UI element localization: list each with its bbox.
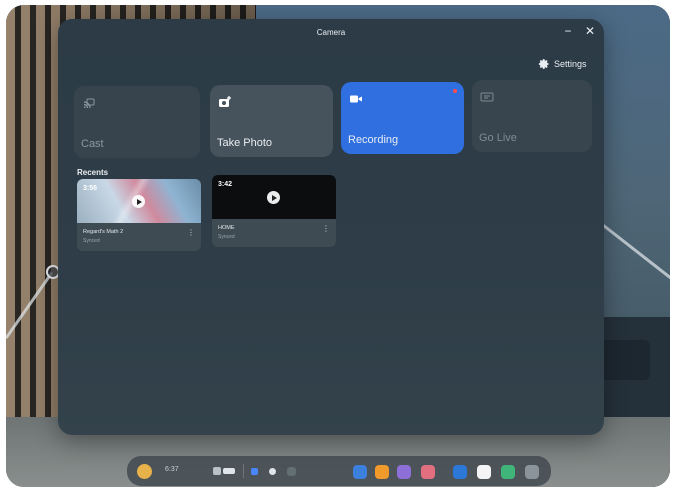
battery-icon[interactable]: [223, 468, 235, 474]
video-sync-status: Synced: [83, 238, 100, 244]
app-icon[interactable]: [397, 465, 411, 479]
profile-avatar[interactable]: [137, 464, 152, 479]
video-name: Regard's Math 2: [83, 229, 124, 235]
go-live-label: Go Live: [479, 132, 517, 144]
recording-indicator-dot: [453, 89, 457, 93]
minimize-button[interactable]: −: [560, 23, 576, 39]
settings-button[interactable]: Settings: [538, 58, 587, 70]
wifi-icon[interactable]: [213, 467, 221, 475]
taskbar-divider: [243, 464, 244, 478]
more-options-icon[interactable]: ⋮: [322, 225, 330, 233]
app-icon[interactable]: [375, 465, 389, 479]
notifications-icon[interactable]: [269, 468, 276, 475]
cast-label: Cast: [81, 138, 104, 150]
camera-window: Camera − ✕ Settings Cast Take Photo Reco…: [58, 19, 604, 435]
app-icon[interactable]: [501, 465, 515, 479]
cast-tile[interactable]: Cast: [74, 86, 200, 158]
video-name: HOME: [218, 225, 235, 231]
app-icon[interactable]: [421, 465, 435, 479]
play-icon[interactable]: [132, 195, 145, 208]
take-photo-label: Take Photo: [217, 137, 273, 149]
library-icon[interactable]: [287, 467, 296, 476]
video-duration: 3:56: [83, 185, 98, 192]
camera-plus-icon: [218, 95, 232, 109]
app-icon[interactable]: [477, 465, 491, 479]
settings-label: Settings: [554, 59, 587, 69]
vr-scene: Camera − ✕ Settings Cast Take Photo Reco…: [6, 5, 670, 487]
app-icon[interactable]: [353, 465, 367, 479]
close-button[interactable]: ✕: [582, 23, 598, 39]
app-icon[interactable]: [525, 465, 539, 479]
go-live-tile[interactable]: Go Live: [472, 80, 592, 152]
recent-video-card[interactable]: 3:42 HOME Synced ⋮: [212, 175, 336, 247]
video-camera-icon: [349, 92, 363, 106]
window-title: Camera: [316, 28, 346, 37]
cast-icon: [82, 96, 96, 110]
play-icon[interactable]: [267, 191, 280, 204]
clock-time: 6:37: [165, 466, 179, 473]
video-sync-status: Synced: [218, 234, 235, 240]
app-icon[interactable]: [453, 465, 467, 479]
more-options-icon[interactable]: ⋮: [187, 229, 195, 237]
take-photo-tile[interactable]: Take Photo: [210, 85, 333, 157]
system-taskbar: 6:37: [127, 456, 551, 486]
video-duration: 3:42: [218, 181, 233, 188]
recording-label: Recording: [348, 134, 399, 146]
recording-tile[interactable]: Recording: [341, 82, 464, 154]
recents-heading: Recents: [77, 168, 109, 177]
quick-settings-icon[interactable]: [251, 468, 258, 475]
live-icon: [480, 90, 494, 104]
recent-video-card[interactable]: 3:56 Regard's Math 2 Synced ⋮: [77, 179, 201, 251]
gear-icon: [538, 58, 550, 70]
